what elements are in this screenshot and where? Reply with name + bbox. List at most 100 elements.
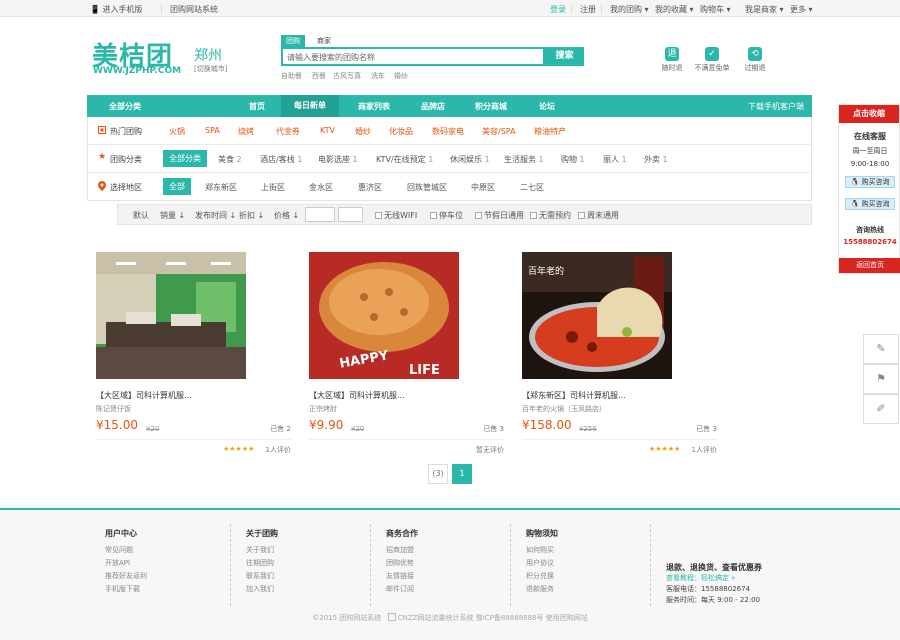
hot-item[interactable]: 美容/SPA <box>482 126 516 137</box>
hot-keyword[interactable]: 婚纱 <box>394 71 408 81</box>
footer-link[interactable]: 联系我们 <box>246 570 278 583</box>
hot-keyword[interactable]: 西餐 <box>312 71 326 81</box>
hot-item[interactable]: 火锅 <box>169 126 185 137</box>
service-tutorial-link[interactable]: 查看教程：轻松搞定 » <box>666 573 762 584</box>
cart-link[interactable]: 购物车 ▾ <box>700 4 731 15</box>
hot-keyword[interactable]: 洗车 <box>371 71 385 81</box>
sort-time[interactable]: 发布时间 ↓ <box>195 210 236 221</box>
category-item[interactable]: 休闲娱乐 1 <box>450 154 490 165</box>
hot-item[interactable]: 化妆品 <box>389 126 413 137</box>
nav-download-app[interactable]: 下载手机客户端 <box>748 101 804 112</box>
footer-link[interactable]: 用户协议 <box>526 557 558 570</box>
hot-item[interactable]: 烧烤 <box>238 126 254 137</box>
area-item[interactable]: 回族管城区 <box>407 182 447 193</box>
hot-item[interactable]: KTV <box>320 126 335 135</box>
nav-shop-list[interactable]: 商家列表 <box>358 101 390 112</box>
pencil-icon[interactable]: ✐ <box>863 394 899 424</box>
footer-link[interactable]: 友情链接 <box>386 570 418 583</box>
check-weekend[interactable]: 周末通用 <box>578 210 619 221</box>
stat-link[interactable]: CNZZ网站流量统计系统 <box>398 614 474 622</box>
sort-default[interactable]: 默认 <box>133 210 149 221</box>
category-item[interactable]: 酒店/客栈 1 <box>260 154 302 165</box>
nav-daily-new[interactable]: 每日新单 <box>281 95 339 117</box>
check-holiday[interactable]: 节假日通用 <box>475 210 524 221</box>
category-item[interactable]: 生活服务 1 <box>504 154 544 165</box>
mobile-link[interactable]: 📱 进入手机版 <box>90 4 143 15</box>
category-item[interactable]: KTV/在线预定 1 <box>376 154 433 165</box>
collapse-button[interactable]: 点击收缩 <box>839 105 899 123</box>
category-item[interactable]: 丽人 1 <box>603 154 627 165</box>
area-item[interactable]: 金水区 <box>309 182 333 193</box>
product-card[interactable]: HAPPY LIFE 【大区域】司科计算机服... 正宗烤肘 ¥9.90 ¥20… <box>309 252 504 457</box>
checkbox[interactable] <box>375 212 382 219</box>
checkbox[interactable] <box>475 212 482 219</box>
footer-link[interactable]: 退款服务 <box>526 583 558 596</box>
hot-item[interactable]: 数码家电 <box>432 126 464 137</box>
price-min-input[interactable] <box>305 207 335 222</box>
area-item[interactable]: 上街区 <box>261 182 285 193</box>
switch-city-link[interactable]: [切换城市] <box>194 64 227 74</box>
check-parking[interactable]: 停车位 <box>430 210 463 221</box>
flag-icon[interactable]: ⚑ <box>863 364 899 394</box>
hot-item[interactable]: 婚纱 <box>355 126 371 137</box>
category-selected[interactable]: 全部分类 <box>163 150 207 167</box>
hot-item[interactable]: 粮油特产 <box>534 126 566 137</box>
favorites-link[interactable]: 我的收藏 ▾ <box>655 4 694 15</box>
my-tuan-link[interactable]: 我的团购 ▾ <box>610 4 649 15</box>
check-no-booking[interactable]: 无需预约 <box>530 210 571 221</box>
footer-link[interactable]: 往期团购 <box>246 557 278 570</box>
product-image[interactable]: 百年老的 <box>522 252 672 379</box>
footer-link[interactable]: 手机版下载 <box>105 583 147 596</box>
area-selected[interactable]: 全部 <box>163 178 191 195</box>
footer-link[interactable]: 常见问题 <box>105 544 147 557</box>
hot-item[interactable]: SPA <box>205 126 220 135</box>
checkbox[interactable] <box>530 212 537 219</box>
hot-keyword[interactable]: 自助餐 <box>281 71 302 81</box>
site-name-link[interactable]: 团购网站系统 <box>170 4 218 15</box>
search-tab-shop[interactable]: 商家 <box>312 35 336 47</box>
search-tab-tuan[interactable]: 团购 <box>281 35 305 47</box>
footer-link[interactable]: 加入我们 <box>246 583 278 596</box>
checkbox[interactable] <box>430 212 437 219</box>
review-count[interactable]: 1人评价 <box>692 445 717 455</box>
qq-consult-button[interactable]: 🐧 购买咨询 <box>845 198 895 210</box>
hot-item[interactable]: 代金券 <box>276 126 300 137</box>
more-link[interactable]: 更多 ▾ <box>790 4 813 15</box>
product-card[interactable]: 【大区域】司科计算机服... 陈记煲仔饭 ¥15.00 ¥20 已售 2 ★★★… <box>96 252 291 457</box>
nav-forum[interactable]: 论坛 <box>539 101 555 112</box>
category-item[interactable]: 购物 1 <box>561 154 585 165</box>
price-max-input[interactable] <box>338 207 363 222</box>
review-count[interactable]: 1人评价 <box>266 445 291 455</box>
product-title[interactable]: 【大区域】司科计算机服... <box>309 390 405 401</box>
nav-brand[interactable]: 品牌店 <box>421 101 445 112</box>
footer-link[interactable]: 积分兑换 <box>526 570 558 583</box>
footer-link[interactable]: 开放API <box>105 557 147 570</box>
product-title[interactable]: 【郑东新区】司科计算机服... <box>522 390 626 401</box>
area-item[interactable]: 郑东新区 <box>205 182 237 193</box>
footer-link[interactable]: 如何购买 <box>526 544 558 557</box>
search-input[interactable]: 请输入要搜索的团购名称 <box>281 47 545 66</box>
product-card[interactable]: 百年老的 【郑东新区】司科计算机服... 百年老的火锅（玉凤路店） ¥158.0… <box>522 252 717 457</box>
area-item[interactable]: 惠济区 <box>358 182 382 193</box>
area-item[interactable]: 中原区 <box>471 182 495 193</box>
footer-link[interactable]: 团购优势 <box>386 557 418 570</box>
merchant-link[interactable]: 我是商家 ▾ <box>745 4 784 15</box>
page-current[interactable]: 1 <box>452 464 472 484</box>
icp-link[interactable]: 豫ICP备88888888号 <box>476 614 544 622</box>
footer-link[interactable]: 推荐好友返利 <box>105 570 147 583</box>
product-image[interactable]: HAPPY LIFE <box>309 252 459 379</box>
nav-points-mall[interactable]: 积分商城 <box>475 101 507 112</box>
category-item[interactable]: 电影选座 1 <box>318 154 358 165</box>
review-count[interactable]: 暂无评价 <box>476 445 504 455</box>
login-link[interactable]: 登录 <box>550 4 566 15</box>
footer-link[interactable]: 关于我们 <box>246 544 278 557</box>
sort-discount[interactable]: 折扣 ↓ <box>239 210 264 221</box>
checkbox[interactable] <box>578 212 585 219</box>
category-item[interactable]: 外卖 1 <box>644 154 668 165</box>
nav-all-categories[interactable]: 全部分类 <box>109 101 141 112</box>
feedback-edit-icon[interactable]: ✎ <box>863 334 899 364</box>
category-item[interactable]: 美食 2 <box>218 154 242 165</box>
product-image[interactable] <box>96 252 246 379</box>
hot-keyword[interactable]: 古风写真 <box>333 71 361 81</box>
search-button[interactable]: 搜索 <box>545 47 584 66</box>
